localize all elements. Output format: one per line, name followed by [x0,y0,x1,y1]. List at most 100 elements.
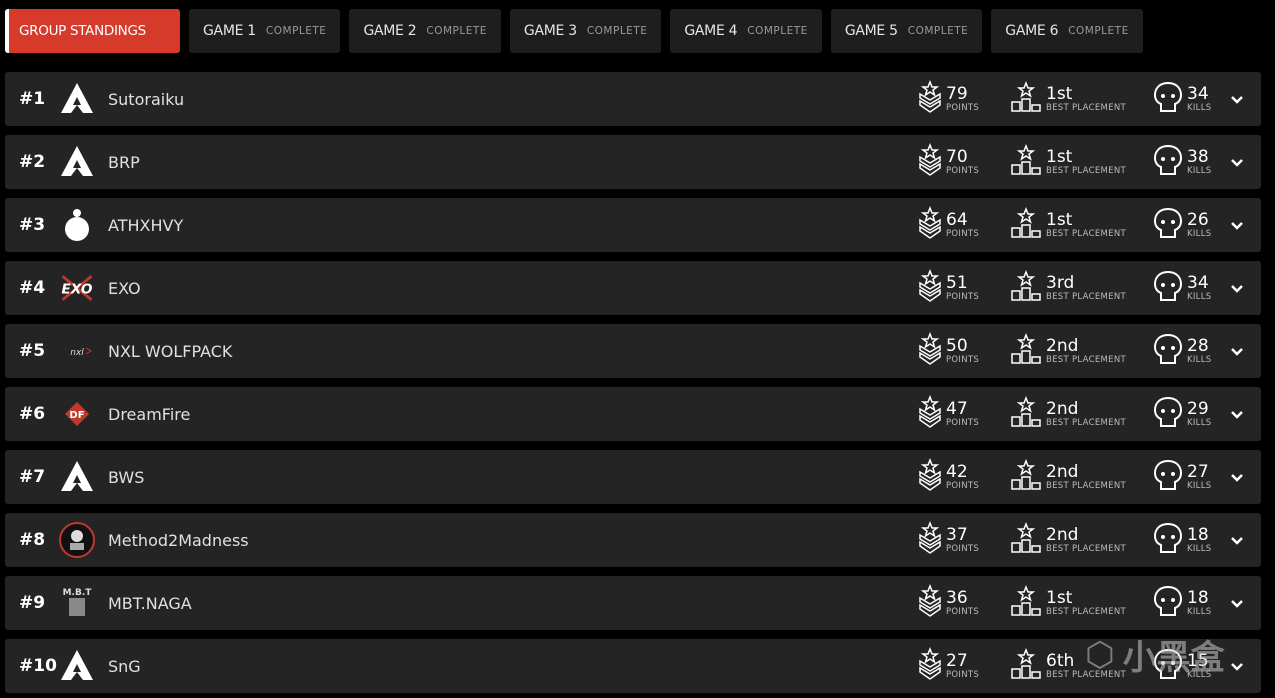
team-name: Method2Madness [108,530,249,550]
team-row[interactable]: #10 SnG 27 POINTS 6th BEST PLACEMENT 15 KIL… [5,639,1261,693]
best-placement-label: BEST PLACEMENT [1046,165,1126,176]
expand-chevron-down-icon[interactable] [1229,658,1245,674]
kills-label: KILLS [1187,228,1212,239]
best-placement-value: 2nd [1046,524,1079,545]
team-rank: #3 [19,215,46,235]
tab-game-1[interactable]: GAME 1 COMPLETE [189,9,341,53]
kills-stat: 38 KILLS [1153,144,1211,180]
team-name: BWS [108,467,145,487]
tab-game-6[interactable]: GAME 6 COMPLETE [991,9,1143,53]
team-row[interactable]: #2 BRP 70 POINTS 1st BEST PLACEMENT 38 KILL… [5,135,1261,189]
skull-icon [1153,585,1183,621]
tab-status: COMPLETE [1068,25,1129,37]
team-logo [57,79,97,119]
skull-icon [1153,144,1183,180]
skull-icon [1153,522,1183,558]
best-placement-stat: 6th BEST PLACEMENT [1010,647,1126,684]
best-placement-value: 1st [1046,209,1073,230]
kills-stat: 34 KILLS [1153,270,1211,306]
team-row[interactable]: #5 nxl NXL WOLFPACK 50 POINTS 2nd BEST PLA… [5,324,1261,378]
points-stat: 42 POINTS [918,457,979,496]
team-row[interactable]: #1 Sutoraiku 79 POINTS 1st BEST PLACEMENT … [5,72,1261,126]
kills-value: 15 [1187,650,1209,671]
kills-stat: 18 KILLS [1153,522,1211,558]
team-row[interactable]: #3 ATHXHVY 64 POINTS 1st BEST PLACEMENT 26… [5,198,1261,252]
expand-chevron-down-icon[interactable] [1229,532,1245,548]
podium-icon [1010,395,1042,432]
team-name: BRP [108,152,140,172]
podium-icon [1010,206,1042,243]
best-placement-stat: 2nd BEST PLACEMENT [1010,521,1126,558]
points-medal-icon [918,394,942,433]
tab-label: GAME 3 [523,23,577,39]
team-logo [57,520,97,560]
best-placement-value: 1st [1046,146,1073,167]
best-placement-label: BEST PLACEMENT [1046,606,1126,617]
team-row[interactable]: #7 BWS 42 POINTS 2nd BEST PLACEMENT 27 KILL… [5,450,1261,504]
points-value: 79 [946,83,968,104]
points-stat: 50 POINTS [918,331,980,370]
team-rank: #6 [19,404,46,424]
podium-icon [1010,269,1042,306]
skull-icon [1153,459,1183,495]
expand-chevron-down-icon[interactable] [1229,406,1245,422]
kills-stat: 29 KILLS [1153,396,1211,432]
tab-game-4[interactable]: GAME 4 COMPLETE [670,9,822,53]
points-medal-icon [918,142,942,181]
tab-group-standings[interactable]: GROUP STANDINGS [5,9,180,53]
best-placement-label: BEST PLACEMENT [1046,354,1126,365]
points-label: POINTS [946,354,980,365]
points-value: 50 [946,335,968,356]
team-logo [57,646,97,686]
expand-chevron-down-icon[interactable] [1229,154,1245,170]
points-value: 42 [946,461,968,482]
expand-chevron-down-icon[interactable] [1229,343,1245,359]
team-row[interactable]: #9 M.B.T MBT.NAGA 36 POINTS 1st BEST PLACE… [5,576,1261,630]
skull-icon [1153,333,1183,369]
kills-stat: 28 KILLS [1153,333,1211,369]
tab-label: GAME 2 [363,23,417,39]
team-rank: #10 [19,656,57,676]
best-placement-value: 2nd [1046,461,1079,482]
points-value: 70 [946,146,968,167]
kills-stat: 27 KILLS [1153,459,1211,495]
best-placement-stat: 1st BEST PLACEMENT [1010,143,1126,180]
tab-game-3[interactable]: GAME 3 COMPLETE [509,9,662,53]
points-medal-icon [918,646,942,685]
team-row[interactable]: #8 Method2Madness 37 POINTS 2nd BEST PLACE… [5,513,1261,567]
points-label: POINTS [946,543,980,554]
team-name: MBT.NAGA [108,593,192,613]
kills-label: KILLS [1187,291,1212,302]
podium-icon [1010,143,1042,180]
tab-game-5[interactable]: GAME 5 COMPLETE [830,9,983,53]
team-logo: M.B.T [57,583,97,623]
points-label: POINTS [946,606,980,617]
skull-icon [1153,270,1183,306]
best-placement-label: BEST PLACEMENT [1046,669,1126,680]
kills-stat: 18 KILLS [1153,585,1211,621]
team-logo [57,457,97,497]
expand-chevron-down-icon[interactable] [1229,595,1245,611]
points-medal-icon [918,331,942,370]
best-placement-value: 2nd [1046,335,1079,356]
kills-value: 18 [1187,587,1209,608]
skull-icon [1153,207,1183,243]
best-placement-label: BEST PLACEMENT [1046,417,1126,428]
points-label: POINTS [946,291,980,302]
team-logo [57,142,97,182]
points-stat: 79 POINTS [918,79,979,118]
podium-icon [1010,584,1042,621]
expand-chevron-down-icon[interactable] [1229,91,1245,107]
expand-chevron-down-icon[interactable] [1229,217,1245,233]
team-rank: #2 [19,152,46,172]
tab-status: COMPLETE [586,25,648,37]
expand-chevron-down-icon[interactable] [1229,280,1245,296]
team-row[interactable]: #6 DF DreamFire 47 POINTS 2nd BEST PLACEME… [5,387,1261,441]
best-placement-stat: 2nd BEST PLACEMENT [1010,458,1126,495]
tab-label: GROUP STANDINGS [19,23,146,39]
team-row[interactable]: #4 EXO EXO 51 POINTS 3rd BEST PLACEMENT 34… [5,261,1261,315]
team-logo [57,205,97,245]
tab-game-2[interactable]: GAME 2 COMPLETE [349,9,501,53]
expand-chevron-down-icon[interactable] [1229,469,1245,485]
team-rank: #4 [19,278,46,298]
